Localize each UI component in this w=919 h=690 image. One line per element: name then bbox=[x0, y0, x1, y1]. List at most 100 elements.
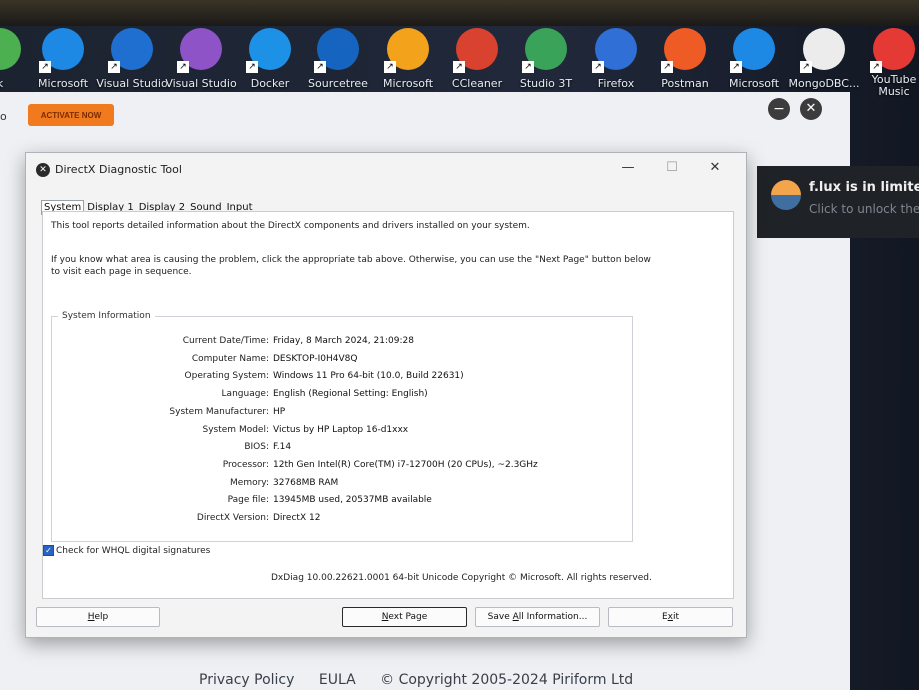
desktop-icon-11[interactable]: ↗ Postman bbox=[645, 28, 725, 96]
eula-link[interactable]: EULA bbox=[319, 672, 356, 688]
shortcut-arrow-icon: ↗ bbox=[592, 61, 604, 73]
maximize-button[interactable]: ☐ bbox=[657, 157, 687, 179]
help-button[interactable]: Help bbox=[36, 607, 160, 627]
desktop-icon-label: Studio 3T bbox=[519, 77, 573, 90]
system-info-key: Processor: bbox=[222, 459, 269, 470]
youtube-music-icon: ↗ bbox=[870, 28, 915, 73]
system-info-row: Current Date/Time: Friday, 8 March 2024, … bbox=[52, 335, 632, 347]
close-button[interactable]: ✕ bbox=[700, 157, 730, 179]
system-info-row: Processor: 12th Gen Intel(R) Core(TM) i7-… bbox=[52, 459, 632, 471]
shortcut-arrow-icon: ↗ bbox=[522, 61, 534, 73]
system-info-key: BIOS: bbox=[244, 442, 269, 453]
edge-icon: ↗ bbox=[39, 28, 84, 73]
system-info-value: DESKTOP-I0H4V8Q bbox=[273, 353, 358, 364]
system-info-value: Windows 11 Pro 64-bit (10.0, Build 22631… bbox=[273, 371, 464, 382]
shortcut-arrow-icon: ↗ bbox=[800, 61, 812, 73]
system-info-row: BIOS: F.14 bbox=[52, 441, 632, 453]
system-info-key: System Manufacturer: bbox=[169, 406, 269, 417]
desktop-icon-label: Microsoft bbox=[382, 77, 434, 90]
dxdiag-tabs: System Display 1 Display 2 Sound Input bbox=[41, 195, 256, 215]
system-info-row: Computer Name: DESKTOP-I0H4V8Q bbox=[52, 353, 632, 365]
system-info-value: F.14 bbox=[273, 442, 292, 453]
firefox-icon: ↗ bbox=[592, 28, 637, 73]
exit-button[interactable]: Exit bbox=[608, 607, 733, 627]
system-info-key: Language: bbox=[221, 389, 269, 400]
dxdiag-version-footer: DxDiag 10.00.22621.0001 64-bit Unicode C… bbox=[271, 573, 652, 583]
system-info-key: System Model: bbox=[202, 424, 269, 435]
desktop-icon-label: Firefox bbox=[597, 77, 635, 90]
privacy-policy-link[interactable]: Privacy Policy bbox=[199, 672, 294, 688]
next-page-button[interactable]: Next Page bbox=[342, 607, 467, 627]
postman-icon: ↗ bbox=[661, 28, 706, 73]
system-info-value: Victus by HP Laptop 16-d1xxx bbox=[273, 424, 409, 435]
ccleaner-icon: ↗ bbox=[453, 28, 498, 73]
flux-subtitle: Click to unlock the f bbox=[809, 202, 919, 216]
desktop-icon-8[interactable]: ↗ CCleaner bbox=[437, 28, 517, 96]
system-info-value: DirectX 12 bbox=[273, 513, 321, 523]
desktop-icon-4[interactable]: ↗ Visual Studio bbox=[161, 28, 241, 96]
system-info-row: Memory: 32768MB RAM bbox=[52, 477, 632, 489]
intro-text-1: This tool reports detailed information a… bbox=[51, 221, 530, 231]
desktop-icon-6[interactable]: ↗ Sourcetree bbox=[298, 28, 378, 96]
desktop-icon-2[interactable]: ↗ Microsoft bbox=[23, 28, 103, 96]
system-info-value: HP bbox=[273, 406, 286, 417]
whql-label: Check for WHQL digital signatures bbox=[56, 546, 211, 556]
system-info-key: Page file: bbox=[227, 495, 269, 506]
desktop-icon-label: Microsoft bbox=[37, 77, 89, 90]
system-information-label: System Information bbox=[58, 311, 155, 321]
minimize-button[interactable]: — bbox=[613, 157, 643, 179]
desktop-icon-10[interactable]: ↗ Firefox bbox=[576, 28, 656, 96]
system-info-value: 32768MB RAM bbox=[273, 477, 339, 488]
dxdiag-window: ✕ DirectX Diagnostic Tool — ☐ ✕ System Di… bbox=[25, 152, 747, 638]
shortcut-arrow-icon: ↗ bbox=[108, 61, 120, 73]
ccleaner-close-icon[interactable]: ✕ bbox=[800, 98, 822, 120]
shortcut-arrow-icon: ↗ bbox=[314, 61, 326, 73]
shortcut-arrow-icon: ↗ bbox=[246, 61, 258, 73]
desktop-icon-12[interactable]: ↗ Microsoft bbox=[714, 28, 794, 96]
save-all-information-button[interactable]: Save All Information... bbox=[475, 607, 600, 627]
desktop-icon-9[interactable]: ↗ Studio 3T bbox=[506, 28, 586, 96]
visual-studio-icon: ↗ bbox=[177, 28, 222, 73]
vscode-icon: ↗ bbox=[108, 28, 153, 73]
desktop-icon-14[interactable]: ↗ YouTube Music bbox=[854, 28, 919, 98]
system-info-row: DirectX Version: DirectX 12 bbox=[52, 512, 632, 524]
activate-now-button[interactable]: ACTIVATE NOW bbox=[28, 104, 114, 126]
sourcetree-icon: ↗ bbox=[314, 28, 359, 73]
flux-title: f.lux is in limited c bbox=[809, 180, 919, 195]
flux-notification[interactable]: f.lux is in limited c Click to unlock th… bbox=[757, 166, 919, 238]
ccleaner-left-glyph: o bbox=[0, 110, 7, 123]
desktop-icon-7[interactable]: ↗ Microsoft bbox=[368, 28, 448, 96]
system-info-value: 12th Gen Intel(R) Core(TM) i7-12700H (20… bbox=[273, 459, 538, 470]
shortcut-arrow-icon: ↗ bbox=[730, 61, 742, 73]
system-info-key: DirectX Version: bbox=[196, 513, 269, 523]
mongodb-compass-icon: ↗ bbox=[800, 28, 845, 73]
desktop-icon-13[interactable]: ↗ MongoDBC... bbox=[784, 28, 864, 96]
edge-icon: ↗ bbox=[730, 28, 775, 73]
shortcut-arrow-icon: ↗ bbox=[661, 61, 673, 73]
desktop-icon-label: Microsoft bbox=[728, 77, 780, 90]
desktop-icon-label: Postman bbox=[661, 77, 709, 90]
system-info-key: Memory: bbox=[230, 477, 269, 488]
system-info-value: English (Regional Setting: English) bbox=[273, 389, 428, 400]
whql-checkbox[interactable]: ✓ Check for WHQL digital signatures bbox=[43, 545, 210, 556]
docker-icon: ↗ bbox=[246, 28, 291, 73]
desktop-icon-3[interactable]: ↗ Visual Studio bbox=[92, 28, 172, 96]
directx-icon: ✕ bbox=[36, 163, 50, 177]
desktop-icon-label: YouTube Music bbox=[871, 73, 917, 98]
system-tab-panel: This tool reports detailed information a… bbox=[42, 211, 734, 599]
system-info-value: 13945MB used, 20537MB available bbox=[273, 495, 432, 506]
screen-top-bezel bbox=[0, 0, 919, 26]
desktop-icon-label: Visual Studio bbox=[96, 77, 168, 90]
partial-app-icon: ↗ bbox=[0, 28, 21, 70]
ccleaner-minimize-icon[interactable]: − bbox=[768, 98, 790, 120]
dxdiag-title: DirectX Diagnostic Tool bbox=[55, 163, 182, 176]
system-info-key: Current Date/Time: bbox=[182, 336, 269, 346]
desktop-icon-label: Sourcetree bbox=[308, 77, 368, 90]
desktop-icon-label: Visual Studio bbox=[165, 77, 237, 90]
desktop-icon-label: CCleaner bbox=[451, 77, 503, 90]
checkbox-checked-icon[interactable]: ✓ bbox=[43, 545, 54, 556]
flux-logo-icon bbox=[771, 180, 801, 210]
desktop-icon-label: MongoDBC... bbox=[788, 77, 860, 90]
system-info-row: Language: English (Regional Setting: Engl… bbox=[52, 388, 632, 400]
studio3t-icon: ↗ bbox=[522, 28, 567, 73]
